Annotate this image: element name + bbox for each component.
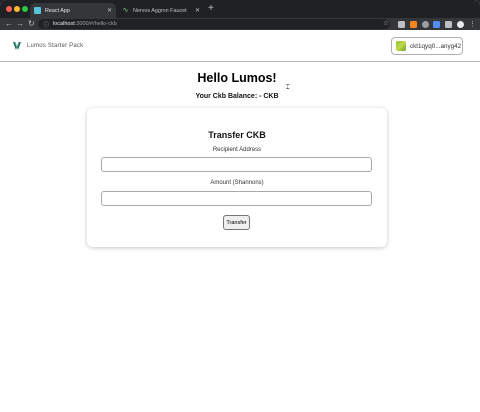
page-heading: Hello Lumos! xyxy=(197,71,277,85)
browser-toolbar: ← → ↻ ⓘ localhost:3000/#/hello-ckb ☆ ⋮ xyxy=(0,18,480,30)
bookmark-star-icon[interactable]: ☆ xyxy=(383,19,389,29)
wallet-avatar-icon xyxy=(396,41,406,51)
transfer-title: Transfer CKB xyxy=(208,130,266,140)
tab-strip: React App ✕ ∿ Nervos Aggron Faucet ✕ + xyxy=(0,0,480,18)
transfer-card: Transfer CKB Recipient Address Amount (S… xyxy=(87,108,387,247)
tab-title: Nervos Aggron Faucet xyxy=(133,7,187,14)
url-host: localhost xyxy=(53,21,75,27)
tab-react-app[interactable]: React App ✕ xyxy=(30,3,116,18)
extension-icon[interactable] xyxy=(422,21,429,28)
amount-input[interactable] xyxy=(101,191,372,206)
info-icon[interactable]: ⓘ xyxy=(43,20,49,29)
close-tab-icon[interactable]: ✕ xyxy=(107,7,112,14)
balance-text: Your Ckb Balance: - CKB xyxy=(195,93,279,100)
recipient-label: Recipient Address xyxy=(212,147,262,153)
nervos-favicon-icon: ∿ xyxy=(122,7,129,14)
puzzle-extensions-icon[interactable] xyxy=(445,21,452,28)
wallet-address-button[interactable]: ckt1qyq0...anyg42 xyxy=(391,37,463,55)
forward-icon[interactable]: → xyxy=(16,19,24,29)
reload-icon[interactable]: ↻ xyxy=(28,19,35,29)
wallet-address: ckt1qyq0...anyg42 xyxy=(410,42,462,50)
maximize-window-icon[interactable] xyxy=(22,6,28,12)
mouse-cursor-icon: ⌶ xyxy=(286,85,290,91)
close-window-icon[interactable] xyxy=(6,6,12,12)
address-bar[interactable]: ⓘ localhost:3000/#/hello-ckb xyxy=(38,19,390,29)
brand-name[interactable]: Lumos Starter Pack xyxy=(27,41,83,51)
extension-icon[interactable] xyxy=(398,21,405,28)
metamask-extension-icon[interactable] xyxy=(410,21,417,28)
recipient-address-input[interactable] xyxy=(101,157,372,172)
amount-label: Amount (Shannons) xyxy=(210,180,264,186)
menu-kebab-icon[interactable]: ⋮ xyxy=(469,21,476,28)
minimize-window-icon[interactable] xyxy=(14,6,20,12)
back-icon[interactable]: ← xyxy=(5,19,13,29)
url-path: :3000/#/hello-ckb xyxy=(74,21,117,27)
browser-window: React App ✕ ∿ Nervos Aggron Faucet ✕ + ←… xyxy=(0,0,480,412)
extension-icon[interactable] xyxy=(433,21,440,28)
lumos-logo-icon[interactable] xyxy=(12,41,22,51)
tab-title: React App xyxy=(45,7,70,14)
close-tab-icon[interactable]: ✕ xyxy=(195,7,200,14)
tab-faucet[interactable]: ∿ Nervos Aggron Faucet ✕ xyxy=(118,3,204,18)
app-navbar: Lumos Starter Pack ckt1qyq0...anyg42 xyxy=(0,30,480,62)
transfer-button[interactable]: Transfer xyxy=(223,215,250,230)
new-tab-icon[interactable]: + xyxy=(208,4,214,14)
page-content: Lumos Starter Pack ckt1qyq0...anyg42 Hel… xyxy=(0,30,480,412)
react-favicon-icon xyxy=(34,7,41,14)
profile-icon[interactable] xyxy=(457,21,464,28)
